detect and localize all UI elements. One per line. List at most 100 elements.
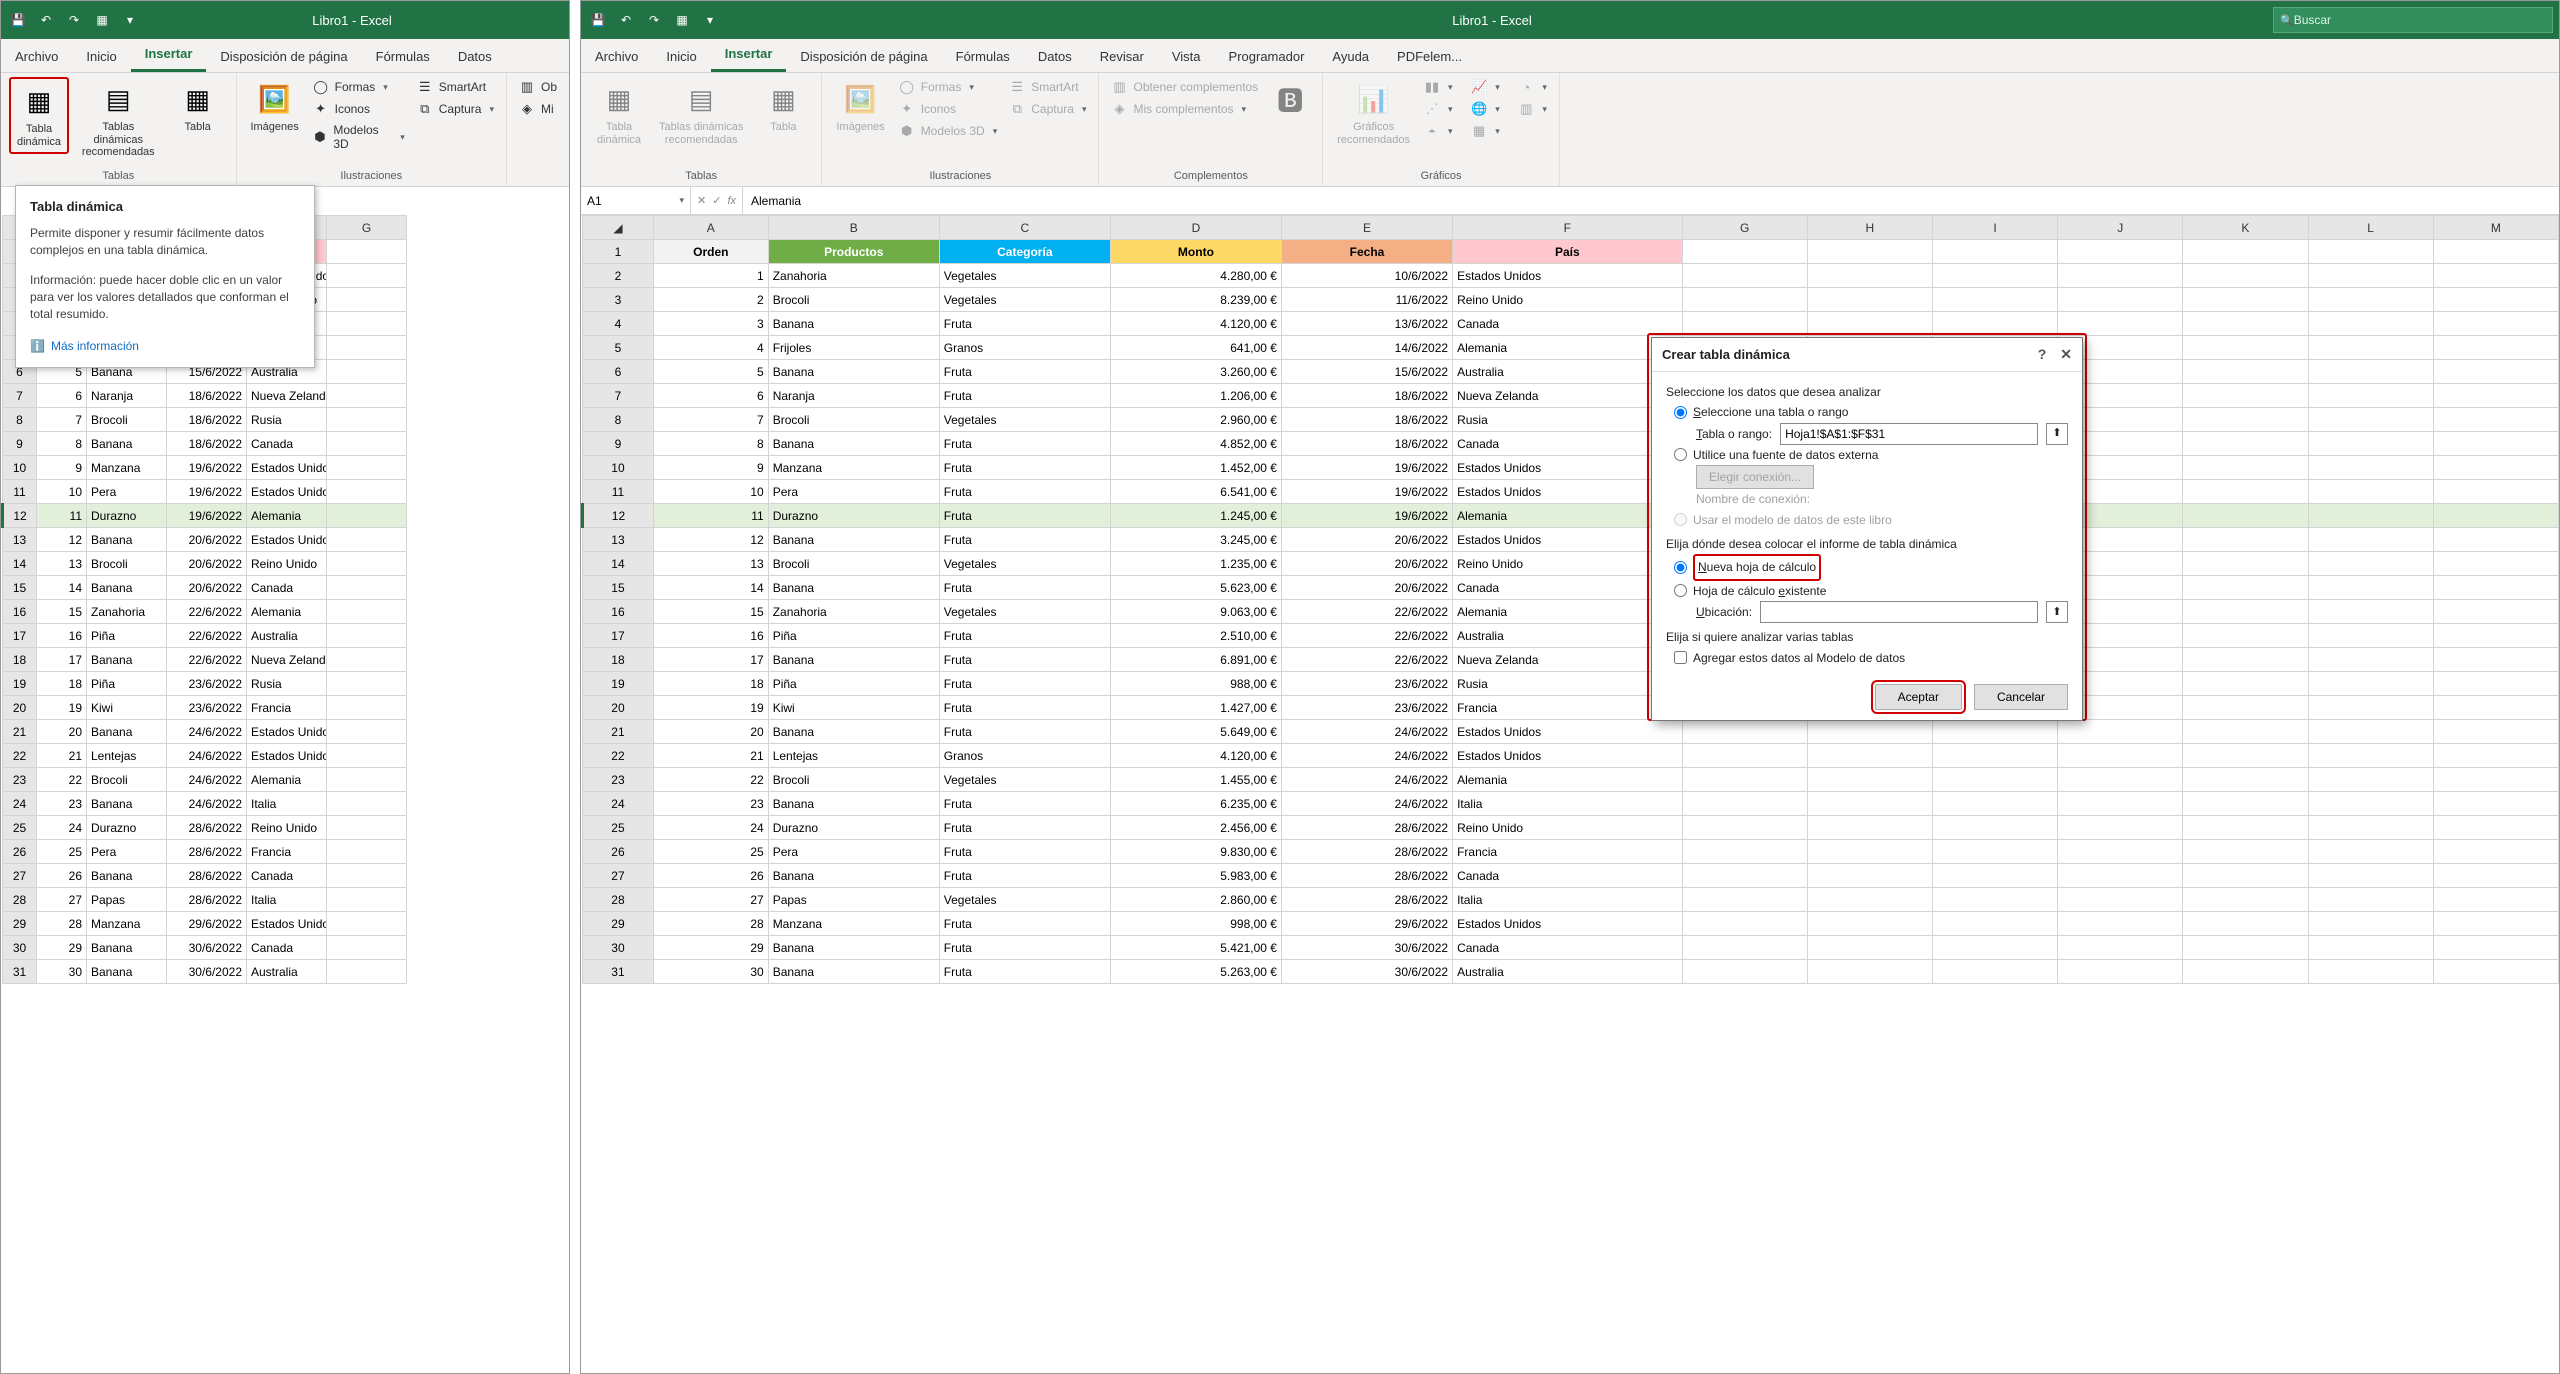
location-picker-button[interactable]: ⬆ [2046,601,2068,623]
tab-archivo[interactable]: Archivo [1,41,72,72]
cell[interactable]: Piña [87,672,167,696]
cell[interactable]: 24/6/2022 [167,744,247,768]
cell[interactable]: Fruta [939,912,1110,936]
cell[interactable]: Fruta [939,936,1110,960]
tab-ayuda[interactable]: Ayuda [1318,41,1383,72]
cell[interactable]: 6.235,00 € [1110,792,1281,816]
tab-archivo[interactable]: Archivo [581,41,652,72]
tab-programador[interactable]: Programador [1215,41,1319,72]
table-row[interactable]: 87BrocoliVegetales2.960,00 €18/6/2022Rus… [583,408,2559,432]
table-row[interactable]: 1716PiñaFruta2.510,00 €22/6/2022Australi… [583,624,2559,648]
cell[interactable]: Banana [768,360,939,384]
cell[interactable]: 5.623,00 € [1110,576,1281,600]
cell[interactable]: Banana [87,528,167,552]
cell[interactable]: 22/6/2022 [167,600,247,624]
cell[interactable]: Banana [768,792,939,816]
tab-inicio[interactable]: Inicio [72,41,130,72]
cell[interactable]: Pera [768,840,939,864]
smartart-button[interactable]: ☰SmartArt [413,77,498,97]
table-row[interactable]: 76NaranjaFruta1.206,00 €18/6/2022Nueva Z… [3,384,570,408]
tab-datos[interactable]: Datos [444,41,506,72]
cell[interactable]: 28/6/2022 [167,864,247,888]
cell[interactable]: 26 [653,864,768,888]
table-row[interactable]: 109ManzanaFruta1.452,00 €19/6/2022Estado… [3,456,570,480]
cell[interactable]: 29 [653,936,768,960]
cell[interactable]: 24 [37,816,87,840]
cell[interactable]: 19/6/2022 [167,456,247,480]
cell[interactable]: Brocoli [768,552,939,576]
cell[interactable]: 13 [37,552,87,576]
more-qat-icon[interactable]: ▾ [119,9,141,31]
cell[interactable]: Fruta [939,384,1110,408]
cell[interactable]: 20/6/2022 [1281,528,1452,552]
table-row[interactable]: 2221LentejasGranos4.120,00 €24/6/2022Est… [3,744,570,768]
cell[interactable]: 18/6/2022 [1281,432,1452,456]
undo-icon[interactable]: ↶ [35,9,57,31]
table-row[interactable]: 1716PiñaFruta2.510,00 €22/6/2022Australi… [3,624,570,648]
cell[interactable]: Canada [247,576,327,600]
3d-models-button[interactable]: ⬢Modelos 3D▾ [309,121,409,153]
cell[interactable]: Banana [768,576,939,600]
input-location[interactable] [1760,601,2038,623]
cell[interactable]: 12 [37,528,87,552]
table-row[interactable]: 2726BananaFruta5.983,00 €28/6/2022Canada [3,864,570,888]
cell[interactable]: Italia [247,888,327,912]
cell[interactable]: 8.239,00 € [1110,288,1281,312]
col-I[interactable]: I [1932,216,2057,240]
cell[interactable]: Canada [247,864,327,888]
cell[interactable]: Nueva Zelanda [247,648,327,672]
cell[interactable]: 24/6/2022 [167,792,247,816]
recommended-pivot-button[interactable]: ▤ Tablas dinámicas recomendadas [73,77,164,163]
cell[interactable]: Estados Unidos [247,744,327,768]
capture-button[interactable]: ⧉Captura▾ [413,99,498,119]
cell[interactable]: Brocoli [87,768,167,792]
table-row[interactable]: 1514BananaFruta5.623,00 €20/6/2022Canada [583,576,2559,600]
cell[interactable]: Granos [939,744,1110,768]
cell[interactable]: Banana [87,648,167,672]
cell[interactable]: Italia [1453,888,1683,912]
cell[interactable]: 7 [37,408,87,432]
cell[interactable]: Fruta [939,528,1110,552]
shapes-button[interactable]: ◯Formas▾ [309,77,409,97]
cell[interactable]: 19/6/2022 [1281,480,1452,504]
cell[interactable]: 641,00 € [1110,336,1281,360]
cell[interactable]: 3.245,00 € [1110,528,1281,552]
cell[interactable]: Reino Unido [247,552,327,576]
cell[interactable]: 24/6/2022 [1281,768,1452,792]
cell[interactable]: 11 [37,504,87,528]
cell[interactable]: 19/6/2022 [1281,504,1452,528]
cell[interactable]: 20 [37,720,87,744]
save-icon[interactable]: 💾 [7,9,29,31]
cell[interactable]: 17 [653,648,768,672]
cell[interactable]: Estados Unidos [1453,912,1683,936]
chk-add-to-model[interactable] [1674,651,1687,664]
cell[interactable]: Brocoli [768,768,939,792]
cell[interactable]: Piña [768,672,939,696]
cell[interactable]: 14 [37,576,87,600]
table-row[interactable]: 3029BananaFruta5.421,00 €30/6/2022Canada [583,936,2559,960]
table-row[interactable]: 2423BananaFruta6.235,00 €24/6/2022Italia [3,792,570,816]
cell[interactable]: 11 [653,504,768,528]
cell[interactable]: Australia [1453,360,1683,384]
cell[interactable]: 22 [653,768,768,792]
cell[interactable]: 16 [37,624,87,648]
cell[interactable]: Francia [1453,696,1683,720]
table-button[interactable]: ▦ Tabla [168,77,228,138]
enter-icon[interactable]: ✓ [712,194,721,207]
cell[interactable]: Banana [768,312,939,336]
cell[interactable]: Banana [87,792,167,816]
spreadsheet-grid-right[interactable]: ◢ ABCDEFGHIJKLM 1OrdenProductosCategoría… [581,215,2559,984]
cell[interactable]: 12 [653,528,768,552]
cell[interactable]: Alemania [247,504,327,528]
col-L[interactable]: L [2308,216,2433,240]
cell[interactable]: Australia [1453,960,1683,984]
cell[interactable]: Francia [247,840,327,864]
cell[interactable]: Estados Unidos [1453,456,1683,480]
cell[interactable]: Canada [1453,864,1683,888]
radio-existing-sheet[interactable] [1674,584,1687,597]
more-qat-icon[interactable]: ▾ [699,9,721,31]
cell[interactable]: Australia [247,624,327,648]
tab-inicio[interactable]: Inicio [652,41,710,72]
cell[interactable]: 2.960,00 € [1110,408,1281,432]
table-row[interactable]: 2524DuraznoFruta2.456,00 €28/6/2022Reino… [583,816,2559,840]
